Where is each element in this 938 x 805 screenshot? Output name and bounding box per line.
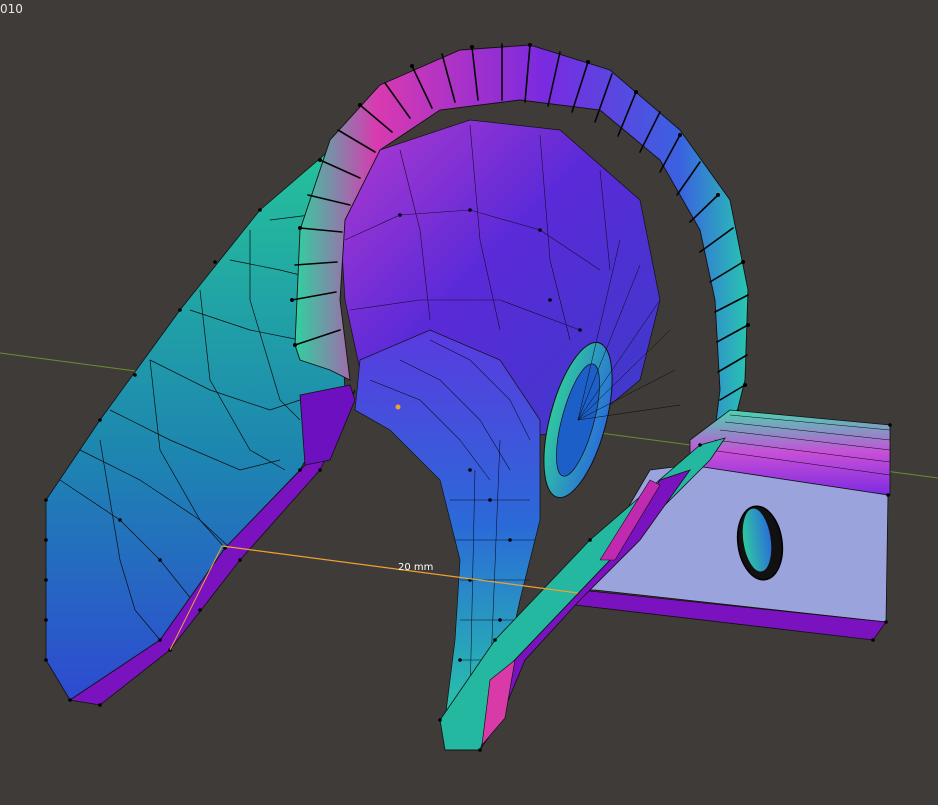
measure-label: 20 mm (398, 562, 433, 573)
measure-origin (395, 404, 401, 410)
3d-viewport[interactable]: 20 mm (0, 0, 938, 805)
object-name-label: 010 (0, 2, 23, 16)
left-wing-end-cap (299, 384, 356, 466)
